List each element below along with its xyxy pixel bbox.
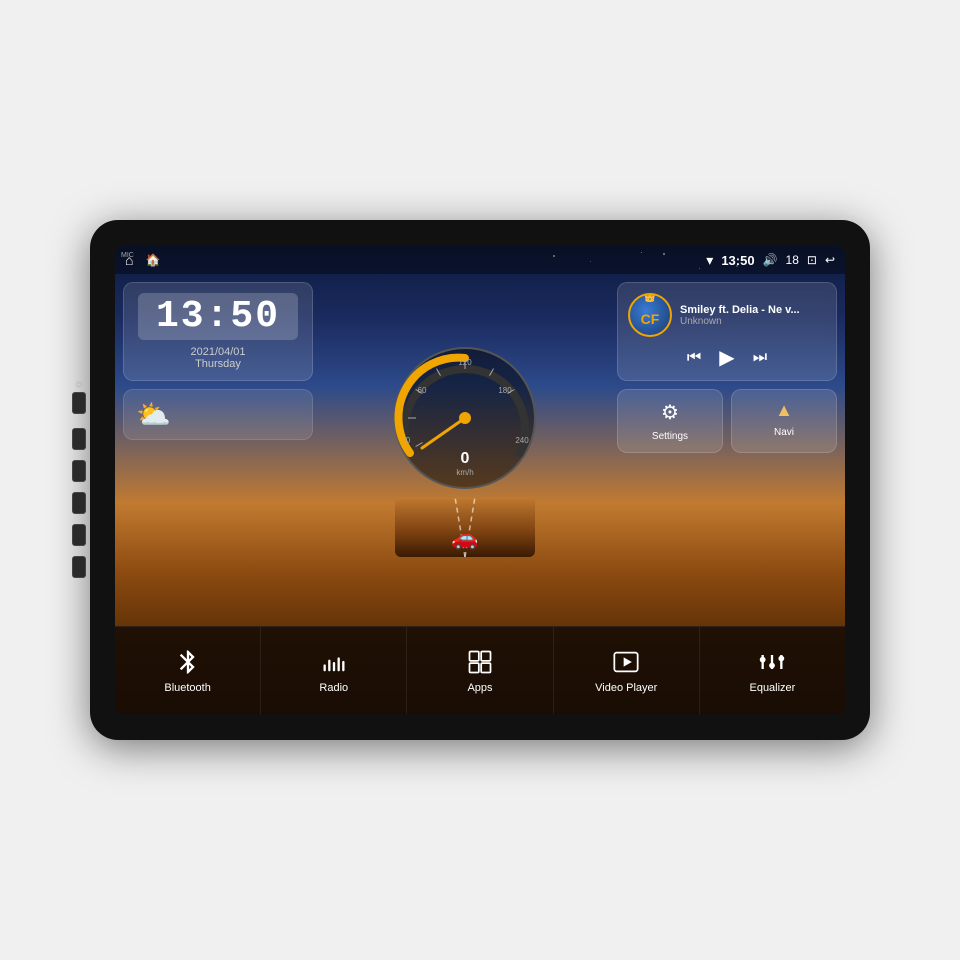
window-icon: ⊡ — [807, 253, 817, 267]
house-icon: 🏠 — [145, 253, 160, 267]
status-time: 13:50 — [721, 253, 754, 268]
weather-icon: ⛅ — [136, 398, 171, 431]
video-icon — [612, 648, 640, 676]
home-side-button[interactable] — [72, 460, 86, 482]
status-right: ▾ 13:50 🔊 18 ⊡ ↩ — [706, 252, 835, 269]
equalizer-label: Equalizer — [749, 682, 795, 694]
clock-widget: 13:50 2021/04/01 Thursday — [123, 282, 313, 381]
right-panel: 👑 CF Smiley ft. Delia - Ne v... Unknown … — [617, 282, 837, 618]
bottom-bar: Bluetooth Radio — [115, 626, 845, 714]
clock-date-value: 2021/04/01 — [190, 346, 245, 358]
svg-text:180: 180 — [498, 386, 512, 395]
side-button-panel: ⏻ — [72, 382, 86, 578]
navi-label: Navi — [774, 427, 794, 438]
settings-label: Settings — [652, 431, 688, 442]
apps-icon — [466, 648, 494, 676]
equalizer-button[interactable]: Equalizer — [700, 627, 845, 714]
clock-time: 13:50 — [138, 293, 298, 340]
speedometer-svg: 0 60 120 180 240 0 km/h — [390, 343, 540, 493]
settings-icon: ⚙ — [661, 400, 679, 425]
radio-button[interactable]: Radio — [261, 627, 407, 714]
music-top: 👑 CF Smiley ft. Delia - Ne v... Unknown — [628, 293, 826, 337]
navi-button[interactable]: ▲ Navi — [731, 389, 837, 453]
rst-button[interactable] — [72, 392, 86, 414]
settings-button[interactable]: ⚙ Settings — [617, 389, 723, 453]
radio-label: Radio — [319, 682, 348, 694]
music-title: Smiley ft. Delia - Ne v... — [680, 304, 820, 316]
navi-icon: ▲ — [775, 400, 793, 421]
bluetooth-label: Bluetooth — [164, 682, 210, 694]
clock-date: 2021/04/01 Thursday — [138, 346, 298, 370]
svg-text:0: 0 — [406, 436, 411, 445]
music-info: Smiley ft. Delia - Ne v... Unknown — [680, 304, 826, 327]
left-panel: 13:50 2021/04/01 Thursday ⛅ — [123, 282, 313, 618]
back-icon: ↩ — [825, 253, 835, 267]
music-widget: 👑 CF Smiley ft. Delia - Ne v... Unknown … — [617, 282, 837, 381]
apps-button[interactable]: Apps — [407, 627, 553, 714]
vol-up-button[interactable] — [72, 524, 86, 546]
weather-widget: ⛅ — [123, 389, 313, 440]
road-view: 🚗 — [395, 497, 535, 557]
power-button[interactable] — [72, 428, 86, 450]
album-art: 👑 CF — [628, 293, 672, 337]
svg-text:0: 0 — [461, 450, 470, 467]
action-buttons: ⚙ Settings ▲ Navi — [617, 389, 837, 453]
svg-text:60: 60 — [418, 386, 427, 395]
radio-icon — [320, 648, 348, 676]
rst-label: ⏻ — [76, 382, 82, 390]
music-artist: Unknown — [680, 316, 826, 327]
screen: MIC ⌂ 🏠 ▾ 13:50 🔊 18 ⊡ ↩ 13:50 — [115, 246, 845, 714]
bluetooth-icon — [174, 648, 202, 676]
mic-label: MIC — [121, 252, 134, 259]
svg-text:km/h: km/h — [456, 468, 473, 477]
status-bar: ⌂ 🏠 ▾ 13:50 🔊 18 ⊡ ↩ — [115, 246, 845, 274]
equalizer-icon — [758, 648, 786, 676]
back-side-button[interactable] — [72, 492, 86, 514]
center-panel: 0 60 120 180 240 0 km/h — [321, 282, 609, 618]
next-button[interactable]: ⏭ — [753, 349, 767, 367]
prev-button[interactable]: ⏮ — [687, 349, 701, 367]
volume-icon: 🔊 — [763, 253, 778, 267]
svg-text:120: 120 — [458, 358, 472, 367]
apps-label: Apps — [467, 682, 492, 694]
rst-group: ⏻ — [72, 382, 86, 414]
video-button[interactable]: Video Player — [554, 627, 700, 714]
bluetooth-button[interactable]: Bluetooth — [115, 627, 261, 714]
car-head-unit: ⏻ MIC ⌂ 🏠 — [90, 220, 870, 740]
wifi-icon: ▾ — [706, 252, 713, 269]
svg-text:240: 240 — [515, 436, 529, 445]
crown-icon: 👑 — [644, 293, 656, 303]
vol-dn-button[interactable] — [72, 556, 86, 578]
volume-level: 18 — [786, 253, 799, 267]
main-content: 13:50 2021/04/01 Thursday ⛅ — [115, 274, 845, 626]
speedometer: 0 60 120 180 240 0 km/h — [390, 343, 540, 493]
clock-day: Thursday — [195, 358, 241, 370]
music-controls: ⏮ ▶ ⏭ — [628, 345, 826, 370]
video-label: Video Player — [595, 682, 657, 694]
play-button[interactable]: ▶ — [719, 345, 734, 370]
